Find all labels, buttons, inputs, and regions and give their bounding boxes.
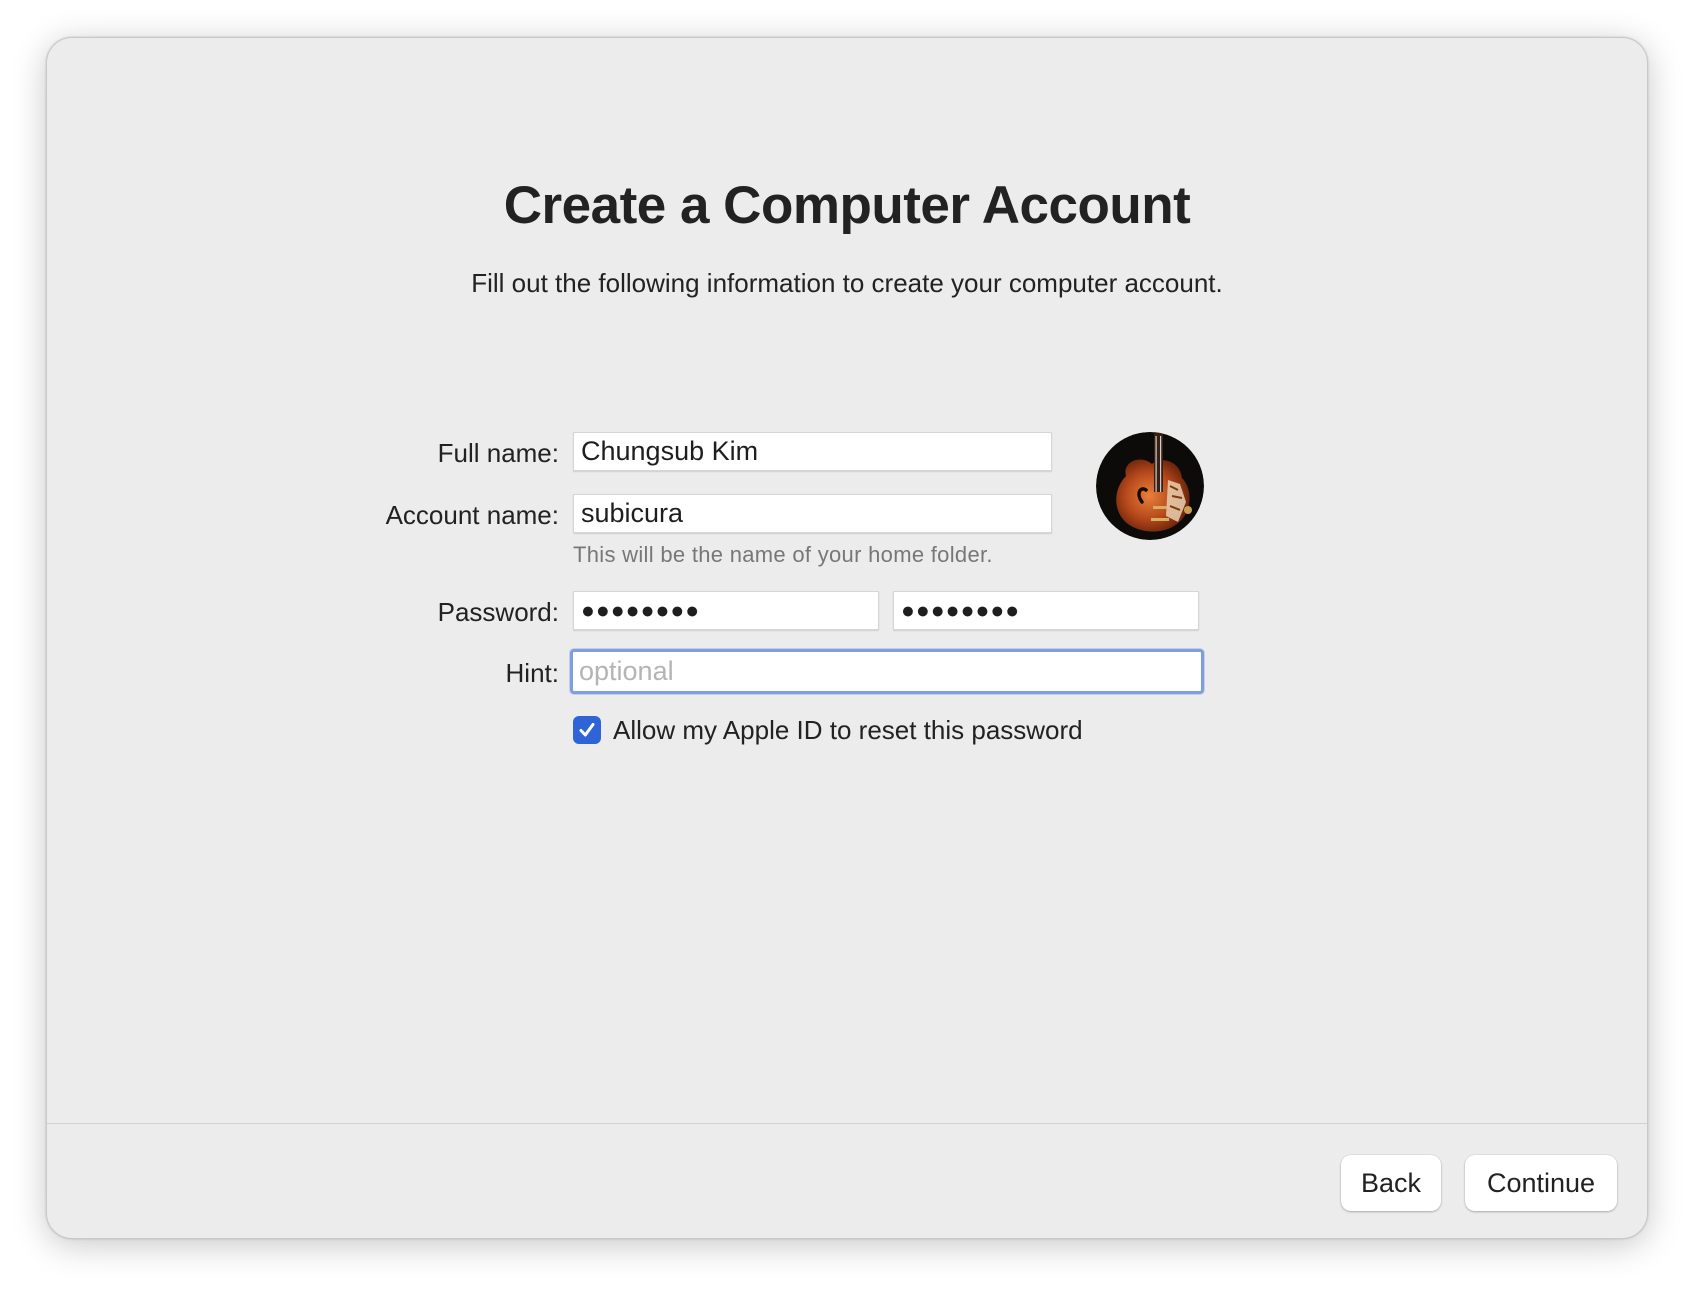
page-title: Create a Computer Account xyxy=(503,176,1191,235)
apple-id-reset-checkbox[interactable] xyxy=(573,716,601,744)
guitar-avatar-icon xyxy=(1096,432,1204,540)
account-name-label: Account name: xyxy=(385,500,559,530)
password-field[interactable] xyxy=(573,591,879,630)
full-name-label: Full name: xyxy=(437,438,559,468)
account-name-field[interactable] xyxy=(573,494,1052,533)
page-subtitle: Fill out the following information to cr… xyxy=(471,268,1223,298)
hint-label: Hint: xyxy=(505,658,559,688)
hint-field[interactable] xyxy=(570,649,1204,694)
user-picture-button[interactable] xyxy=(1096,432,1204,540)
checkmark-icon xyxy=(579,723,595,737)
full-name-field[interactable] xyxy=(573,432,1052,471)
footer-divider xyxy=(47,1123,1647,1124)
setup-window: Create a Computer Account Fill out the f… xyxy=(46,37,1648,1239)
password-label: Password: xyxy=(437,597,559,627)
verify-password-field[interactable] xyxy=(893,591,1199,630)
continue-button[interactable]: Continue xyxy=(1465,1155,1617,1211)
account-name-helper: This will be the name of your home folde… xyxy=(573,542,993,567)
apple-id-reset-option[interactable]: Allow my Apple ID to reset this password xyxy=(573,715,1083,745)
apple-id-reset-label: Allow my Apple ID to reset this password xyxy=(613,714,1083,745)
back-button[interactable]: Back xyxy=(1341,1155,1441,1211)
